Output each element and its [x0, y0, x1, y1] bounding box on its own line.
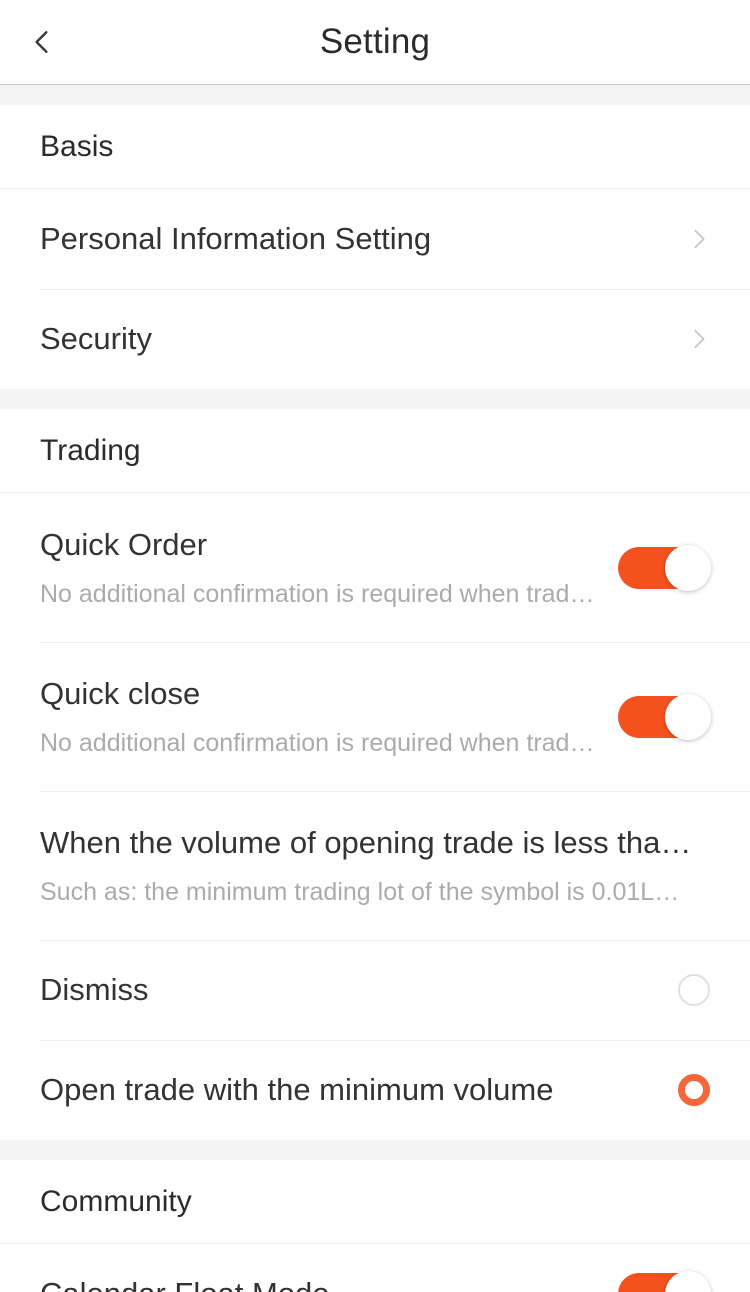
section-basis: Basis Personal Information Setting Secur… [0, 105, 750, 389]
row-quick-close[interactable]: Quick close No additional confirmation i… [0, 642, 750, 791]
row-calendar-float-mode[interactable]: Calendar Float Mode [0, 1244, 750, 1292]
settings-screen: Setting Basis Personal Information Setti… [0, 0, 750, 1292]
row-title: Dismiss [40, 972, 149, 1008]
row-title: Open trade with the minimum volume [40, 1072, 554, 1108]
app-header: Setting [0, 0, 750, 85]
radio-open-trade-minimum-volume[interactable] [678, 1074, 710, 1106]
toggle-calendar-float-mode[interactable] [618, 1271, 711, 1292]
section-gap [0, 1140, 750, 1160]
row-security[interactable]: Security [0, 289, 750, 389]
section-community: Community Calendar Float Mode [0, 1160, 750, 1292]
row-title: Personal Information Setting [40, 221, 432, 257]
toggle-knob [665, 693, 711, 740]
section-header-basis: Basis [0, 105, 750, 189]
row-title: Calendar Float Mode [40, 1274, 600, 1292]
row-text: Dismiss [40, 970, 678, 1010]
chevron-right-icon [694, 329, 705, 349]
chevron-right-icon [694, 229, 705, 249]
section-gap [0, 85, 750, 105]
row-open-trade-minimum-volume[interactable]: Open trade with the minimum volume [0, 1040, 750, 1140]
row-minimum-volume-info: When the volume of opening trade is less… [0, 791, 750, 940]
row-text: Open trade with the minimum volume [40, 1070, 678, 1110]
toggle-quick-order[interactable] [618, 544, 711, 591]
row-text: When the volume of opening trade is less… [40, 823, 710, 908]
row-text: Personal Information Setting [40, 219, 688, 259]
row-title: Quick close [40, 675, 201, 711]
section-trading: Trading Quick Order No additional confir… [0, 409, 750, 1140]
toggle-knob [665, 544, 711, 591]
row-text: Quick close No additional confirmation i… [40, 674, 618, 759]
row-quick-order[interactable]: Quick Order No additional confirmation i… [0, 493, 750, 642]
toggle-quick-close[interactable] [618, 693, 711, 740]
row-subtitle: Such as: the minimum trading lot of the … [40, 877, 692, 906]
section-header-community: Community [0, 1160, 750, 1244]
row-personal-information-setting[interactable]: Personal Information Setting [0, 189, 750, 289]
back-button[interactable] [0, 0, 84, 85]
row-subtitle: No additional confirmation is required w… [40, 579, 600, 608]
section-gap [0, 389, 750, 409]
row-dismiss[interactable]: Dismiss [0, 940, 750, 1040]
row-text: Calendar Float Mode [40, 1274, 618, 1292]
toggle-knob [665, 1271, 711, 1292]
row-title: When the volume of opening trade is less… [40, 824, 692, 860]
radio-dismiss[interactable] [678, 974, 710, 1006]
row-title: Quick Order [40, 526, 208, 562]
chevron-left-icon [35, 31, 48, 53]
row-text: Quick Order No additional confirmation i… [40, 525, 618, 610]
row-title: Security [40, 321, 152, 357]
section-header-trading: Trading [0, 409, 750, 493]
page-title: Setting [319, 22, 431, 61]
row-subtitle: No additional confirmation is required w… [40, 728, 600, 757]
row-text: Security [40, 319, 688, 359]
